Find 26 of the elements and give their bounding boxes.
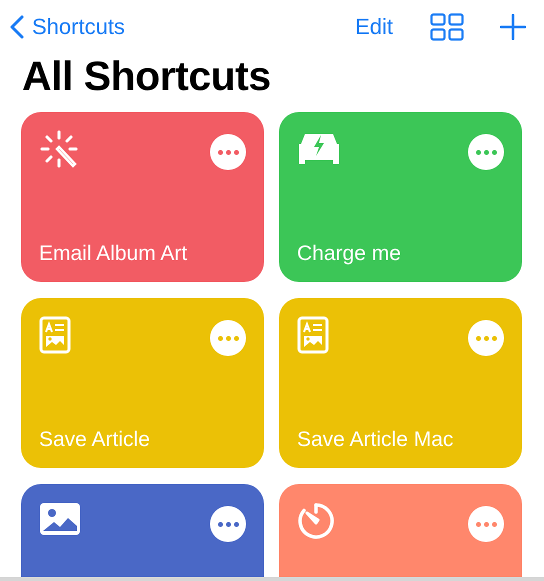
shortcut-name: Email Album Art	[39, 242, 188, 266]
timer-icon	[297, 502, 335, 540]
chevron-left-icon	[10, 15, 24, 39]
shortcut-card[interactable]: Save Article Mac	[279, 298, 522, 468]
plus-icon	[500, 14, 526, 40]
add-button[interactable]	[500, 14, 526, 40]
back-button[interactable]: Shortcuts	[10, 14, 125, 40]
article-icon	[39, 316, 71, 354]
grid-view-button[interactable]	[430, 13, 464, 41]
article-icon	[297, 316, 329, 354]
more-button[interactable]	[210, 134, 246, 170]
shortcut-name: Charge me	[297, 242, 402, 266]
more-button[interactable]	[468, 506, 504, 542]
more-button[interactable]	[468, 134, 504, 170]
shortcut-card[interactable]: Email Album Art	[21, 112, 264, 282]
photo-icon	[39, 502, 81, 536]
shortcut-card[interactable]: Charge me	[279, 112, 522, 282]
shortcut-name: Save Article Mac	[297, 428, 454, 452]
shortcut-name: Save Article	[39, 428, 151, 452]
shortcut-card[interactable]: Save Article	[21, 298, 264, 468]
back-label: Shortcuts	[32, 14, 125, 40]
page-title: All Shortcuts	[22, 53, 272, 100]
more-button[interactable]	[210, 506, 246, 542]
magic-wand-icon	[39, 130, 79, 170]
grid-icon	[430, 13, 464, 41]
edit-button[interactable]: Edit	[355, 14, 393, 40]
